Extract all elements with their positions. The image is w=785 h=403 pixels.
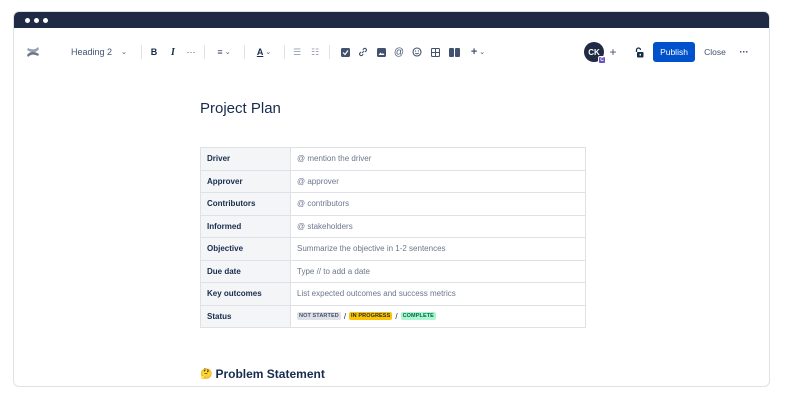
restrictions-button[interactable] [632,44,646,60]
window-dot [25,17,30,23]
table-key-cell[interactable]: Due date [200,259,291,283]
insert-dropdown[interactable]: + ⌄ [467,44,489,60]
italic-button[interactable]: I [168,44,178,60]
numbered-list-button[interactable]: ☷ [309,44,321,60]
table-key-cell[interactable]: Key outcomes [200,282,291,306]
checkbox-icon [340,47,350,57]
collaborator-avatar-button[interactable]: CK C [583,41,606,64]
table-key-cell[interactable]: Contributors [200,192,291,216]
chevron-down-icon: ⌄ [224,49,231,56]
table-button[interactable] [429,44,441,60]
table-icon [430,47,440,57]
status-separator: / [343,311,347,321]
table-row: Informed @ stakeholders [200,214,586,238]
problem-statement-heading[interactable]: 🤔 Problem Statement [200,367,325,381]
table-value-cell[interactable]: Type // to add a date [290,259,586,283]
more-formatting-button[interactable]: ··· [184,44,198,60]
section-heading-text: Problem Statement [215,367,325,381]
layouts-button[interactable] [447,44,461,60]
bullet-list-icon: ☰ [292,46,302,57]
status-cell[interactable]: NOT STARTED / IN PROGRESS / COMPLETE [290,304,586,328]
confluence-logo-icon[interactable] [24,44,42,60]
window-titlebar [14,12,769,28]
avatar-badge: C [598,56,606,64]
emoji-button[interactable] [411,44,423,60]
text-style-dropdown[interactable]: Heading 2 ⌄ [69,44,129,60]
chevron-down-icon: ⌄ [479,49,486,56]
image-icon [376,47,386,57]
at-sign-icon: @ [393,46,405,58]
editor-toolbar: Heading 2 ⌄ B I ··· ≡ ⌄ A ⌄ ☰ ☷ @ + ⌄ CK… [14,28,769,76]
toolbar-divider [329,45,330,59]
table-value-cell[interactable]: Summarize the objective in 1-2 sentences [290,237,586,261]
table-value-cell[interactable]: List expected outcomes and success metri… [290,282,586,306]
page-title[interactable]: Project Plan [200,100,281,117]
table-key-cell[interactable]: Status [200,304,291,328]
table-row: Contributors @ contributors [200,192,586,216]
invite-button[interactable]: + [606,44,620,60]
table-key-cell[interactable]: Driver [200,147,291,171]
unlock-icon [635,46,644,57]
table-row: Due date Type // to add a date [200,259,586,283]
table-key-cell[interactable]: Objective [200,237,291,261]
table-row: Objective Summarize the objective in 1-2… [200,237,586,261]
status-separator: / [395,311,398,321]
action-item-button[interactable] [339,44,351,60]
project-plan-table: Driver @ mention the driver Approver @ a… [200,147,586,328]
window-dot [34,17,39,23]
text-color-icon: A [256,47,264,57]
text-style-label: Heading 2 [71,47,113,57]
table-value-cell[interactable]: @ contributors [290,192,586,216]
window-dot [43,17,48,23]
mention-button[interactable]: @ [393,44,405,60]
close-button[interactable]: Close [702,44,728,60]
status-lozenge-in-progress[interactable]: IN PROGRESS [349,312,393,321]
more-options-button[interactable]: ··· [736,44,752,60]
table-value-cell[interactable]: @ approver [290,169,586,193]
table-key-cell[interactable]: Informed [200,214,291,238]
chevron-down-icon: ⌄ [121,49,127,56]
table-row: Driver @ mention the driver [200,147,586,171]
toolbar-divider [244,45,245,59]
table-row: Key outcomes List expected outcomes and … [200,282,586,306]
status-lozenge-complete[interactable]: COMPLETE [400,312,436,321]
plus-icon: + [609,45,617,59]
table-key-cell[interactable]: Approver [200,169,291,193]
thinking-face-icon: 🤔 [200,368,213,380]
layout-columns-icon [448,47,460,57]
bullet-list-button[interactable]: ☰ [291,44,303,60]
publish-label: Publish [653,42,695,62]
publish-button[interactable]: Publish [653,42,695,62]
bold-button[interactable]: B [148,44,160,60]
numbered-list-icon: ☷ [310,46,320,57]
toolbar-divider [284,45,285,59]
plus-icon: + [470,46,478,58]
toolbar-divider [204,45,205,59]
avatar: CK C [584,42,606,64]
table-row: Status NOT STARTED / IN PROGRESS / COMPLETE [200,304,586,328]
editor-window: Heading 2 ⌄ B I ··· ≡ ⌄ A ⌄ ☰ ☷ @ + ⌄ CK… [13,11,770,387]
table-value-cell[interactable]: @ mention the driver [290,147,586,171]
alignment-dropdown[interactable]: ≡ ⌄ [212,44,236,60]
table-value-cell[interactable]: @ stakeholders [290,214,586,238]
align-left-icon: ≡ [217,47,223,57]
emoji-icon [412,47,422,57]
link-icon [359,47,367,57]
status-lozenge-not-started[interactable]: NOT STARTED [297,312,341,321]
image-button[interactable] [375,44,387,60]
avatar-initials: CK [588,47,600,57]
chevron-down-icon: ⌄ [265,49,272,56]
table-row: Approver @ approver [200,169,586,193]
toolbar-divider [141,45,142,59]
link-button[interactable] [357,44,369,60]
text-color-dropdown[interactable]: A ⌄ [252,44,276,60]
